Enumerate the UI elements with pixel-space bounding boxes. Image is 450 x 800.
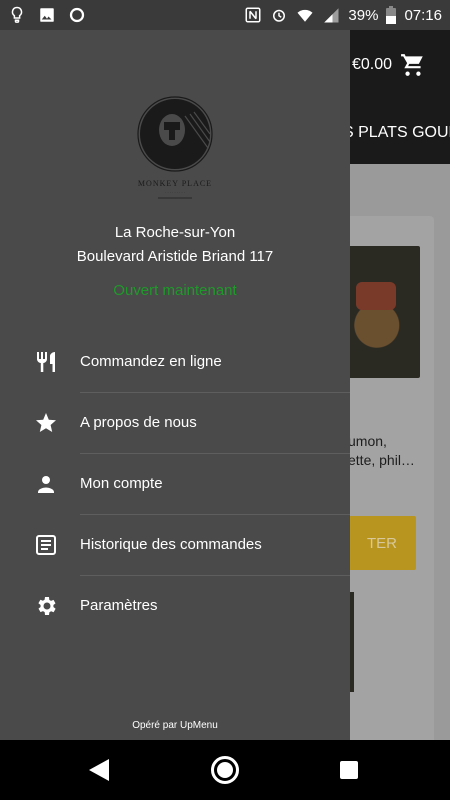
menu-item-about[interactable]: A propos de nous [0, 393, 350, 454]
restaurant-logo: MONKEY PLACE · · · · · · · · · [137, 96, 213, 199]
navigation-drawer: MONKEY PLACE · · · · · · · · · La Roche-… [0, 30, 350, 740]
menu-item-settings[interactable]: Paramètres [0, 576, 350, 637]
menu-item-label: Commandez en ligne [80, 353, 222, 370]
recent-apps-icon[interactable] [340, 761, 358, 779]
add-to-cart-button[interactable]: TER [348, 516, 416, 570]
clock: 07:16 [404, 6, 442, 24]
product-description-line: umon, [348, 433, 387, 449]
image-icon [40, 8, 54, 22]
nfc-icon [245, 7, 261, 23]
menu-item-label: Mon compte [80, 475, 163, 492]
tab-category[interactable]: S PLATS GOURI [343, 124, 450, 142]
star-icon [36, 413, 56, 432]
signal-icon [324, 8, 339, 23]
alarm-icon [273, 9, 286, 22]
menu-item-order-online[interactable]: Commandez en ligne [0, 332, 350, 393]
home-icon[interactable] [211, 756, 239, 784]
circle-icon [69, 7, 85, 23]
menu-item-label: Paramètres [80, 597, 158, 614]
battery-percent: 39% [348, 6, 379, 24]
open-status: Ouvert maintenant [113, 282, 237, 299]
gear-icon [38, 597, 56, 615]
menu-item-label: Historique des commandes [80, 536, 262, 553]
menu-item-label: A propos de nous [80, 414, 197, 431]
cart-icon[interactable] [400, 52, 426, 78]
back-icon[interactable] [88, 758, 110, 782]
receipt-icon [36, 535, 56, 555]
status-bar: 39% 07:16 [0, 0, 450, 30]
menu-item-account[interactable]: Mon compte [0, 454, 350, 515]
battery-icon [386, 6, 397, 24]
cart-total: €0.00 [352, 56, 393, 73]
wifi-icon [297, 9, 313, 22]
powered-by[interactable]: Opéré par UpMenu [0, 720, 350, 731]
product-image [348, 246, 420, 378]
product-description: umon, ette, phil… [348, 432, 434, 470]
restaurant-street: Boulevard Aristide Briand 117 [76, 248, 274, 265]
fork-knife-icon [37, 352, 55, 372]
lightbulb-icon [11, 6, 23, 23]
product-description-line: ette, phil… [348, 452, 415, 468]
drawer-menu: Commandez en ligne A propos de nous Mon … [0, 332, 350, 637]
menu-item-order-history[interactable]: Historique des commandes [0, 515, 350, 576]
person-icon [38, 476, 54, 493]
logo-text: MONKEY PLACE [138, 179, 212, 188]
svg-text:· · · · · · · · ·: · · · · · · · · · [165, 190, 185, 195]
system-nav-bar [0, 740, 450, 800]
restaurant-city: La Roche-sur-Yon [114, 224, 236, 241]
screen: 39% 07:16 €0.00 S PLATS GOURI umon, ette… [0, 0, 450, 800]
